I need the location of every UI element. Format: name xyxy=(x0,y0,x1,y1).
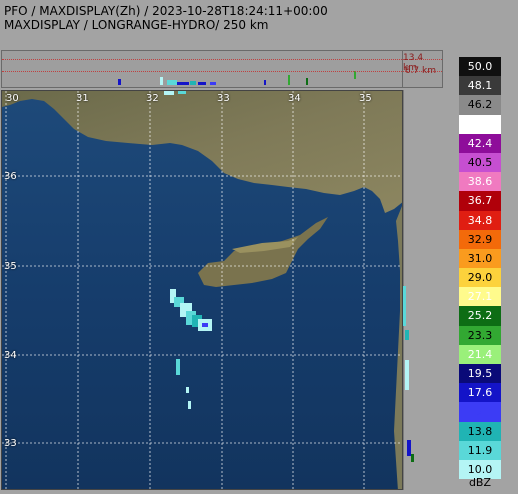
legend-entry: 44.3 xyxy=(459,114,501,134)
radar-map: 30 31 32 33 34 35 36 35 34 33 xyxy=(1,90,403,490)
lat-label-36: 36 xyxy=(4,171,17,182)
legend-entry: 23.3 xyxy=(459,325,501,345)
legend-entry: 34.8 xyxy=(459,210,501,230)
legend-entry: 32.9 xyxy=(459,229,501,249)
lon-label-33: 33 xyxy=(217,93,230,104)
vertical-cross-section xyxy=(402,90,443,490)
lon-label-31: 31 xyxy=(76,93,89,104)
lat-label-33: 33 xyxy=(4,438,17,449)
height-line-upper xyxy=(2,59,402,60)
lat-label-34: 34 xyxy=(4,350,17,361)
lon-label-34: 34 xyxy=(288,93,301,104)
map-canvas xyxy=(2,91,402,489)
legend-entry: 40.5 xyxy=(459,152,501,173)
cross-section-height-axis: 13.4 km 6.7 km xyxy=(403,50,443,88)
legend-entry: 48.1 xyxy=(459,76,501,96)
height-line-lower xyxy=(2,71,402,72)
legend-entry: 46.2 xyxy=(459,95,501,115)
legend-entry: 27.1 xyxy=(459,287,501,307)
legend-entry: 15.7 xyxy=(459,402,501,422)
lon-label-30: 30 xyxy=(6,93,19,104)
legend-entry: 13.8 xyxy=(459,421,501,441)
legend-entry: 11.9 xyxy=(459,440,501,460)
lon-label-35: 35 xyxy=(359,93,372,104)
lat-label-35: 35 xyxy=(4,261,17,272)
legend-entry: 19.5 xyxy=(459,364,501,384)
legend-entry: 21.4 xyxy=(459,344,501,364)
product-title: PFO / MAXDISPLAY(Zh) / 2023-10-28T18:24:… xyxy=(4,4,328,18)
legend-entry: 50.0 xyxy=(459,57,501,77)
color-legend: 50.0 48.1 46.2 44.3 42.4 40.5 38.6 36.7 34.8 32.9… xyxy=(459,57,501,480)
legend-entry: 36.7 xyxy=(459,191,501,211)
legend-entry: 29.0 xyxy=(459,268,501,288)
legend-unit: dBZ xyxy=(468,476,492,489)
lon-label-32: 32 xyxy=(146,93,159,104)
legend-entry: 25.2 xyxy=(459,306,501,326)
legend-entry: 42.4 xyxy=(459,133,501,153)
legend-entry: 38.6 xyxy=(459,172,501,192)
cross-section-panel xyxy=(1,50,403,88)
legend-entry: 17.6 xyxy=(459,383,501,403)
cross-section-echoes xyxy=(118,71,356,85)
height-label-lower: 6.7 km xyxy=(404,66,436,76)
product-subtitle: MAXDISPLAY / LONGRANGE-HYDRO/ 250 km xyxy=(4,18,269,32)
legend-entry: 31.0 xyxy=(459,248,501,269)
